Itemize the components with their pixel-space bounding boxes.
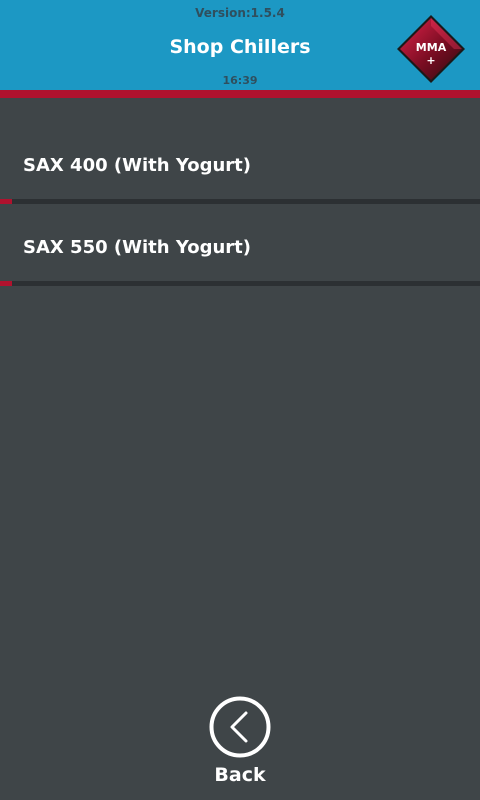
list-item[interactable]: SAX 550 (With Yogurt) (0, 204, 480, 286)
item-divider (0, 281, 480, 286)
chiller-list: SAX 400 (With Yogurt) SAX 550 (With Yogu… (0, 98, 480, 286)
back-button[interactable]: Back (190, 696, 290, 786)
list-item-label: SAX 400 (With Yogurt) (23, 155, 251, 176)
list-item-label: SAX 550 (With Yogurt) (23, 237, 251, 258)
mma-logo: MMA + (397, 15, 465, 83)
back-label: Back (214, 764, 266, 786)
logo-text: MMA (416, 41, 447, 54)
divider-accent-mark (0, 281, 12, 286)
list-item[interactable]: SAX 400 (With Yogurt) (0, 98, 480, 204)
logo-plus: + (426, 54, 435, 67)
chevron-left-circle-icon (209, 696, 271, 758)
header-bar: Version:1.5.4 Shop Chillers 16:39 MMA + (0, 0, 480, 90)
header-accent-bar (0, 90, 480, 98)
app-screen: Version:1.5.4 Shop Chillers 16:39 MMA + … (0, 0, 480, 800)
